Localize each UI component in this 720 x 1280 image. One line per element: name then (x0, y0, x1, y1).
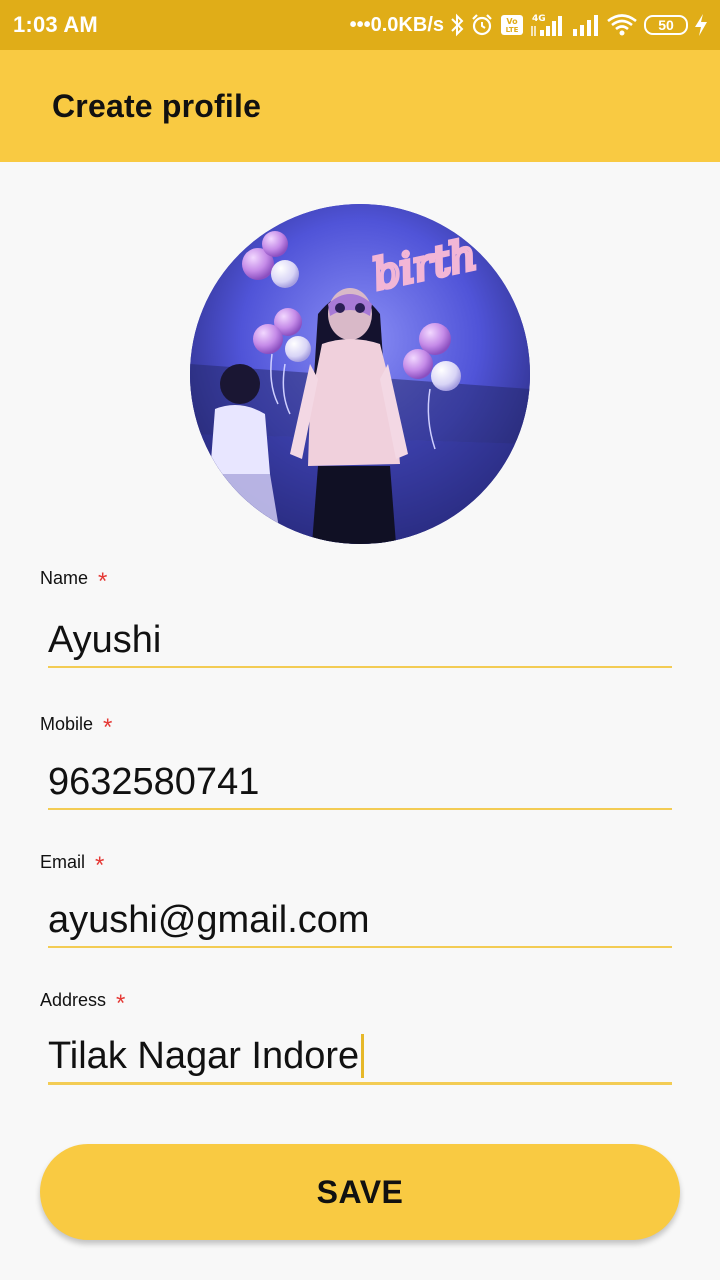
name-input-container (48, 614, 672, 668)
mobile-input[interactable] (48, 756, 672, 808)
volte-icon: Vo LTE (500, 14, 524, 36)
app-bar: Create profile (0, 50, 720, 162)
signal-4g-icon: 4G (530, 12, 566, 38)
email-input[interactable] (48, 894, 672, 946)
mobile-field-group: Mobile * (40, 714, 672, 810)
required-indicator: * (103, 714, 113, 741)
status-icons: •••0.0KB/s Vo LTE 4G 50 (350, 12, 708, 38)
name-label: Name (40, 568, 89, 588)
address-input[interactable] (48, 1030, 672, 1082)
battery-level-text: 50 (658, 17, 674, 33)
required-indicator: * (95, 852, 105, 879)
address-field-group: Address * (40, 990, 672, 1085)
mobile-input-container (48, 756, 672, 810)
address-label: Address (40, 990, 107, 1010)
text-cursor (361, 1034, 365, 1078)
charging-icon (694, 13, 708, 37)
svg-text:4G: 4G (532, 14, 546, 24)
status-time: 1:03 AM (13, 12, 98, 37)
signal-icon (572, 13, 600, 37)
save-button[interactable]: SAVE (40, 1144, 680, 1240)
profile-photo: birth (190, 204, 530, 544)
network-speed: •••0.0KB/s (349, 13, 444, 36)
battery-icon: 50 (644, 15, 688, 35)
page-title: Create profile (52, 87, 262, 124)
email-input-container (48, 894, 672, 948)
wifi-icon (606, 13, 638, 37)
required-indicator: * (116, 990, 126, 1017)
svg-text:LTE: LTE (506, 26, 519, 34)
address-input-container (48, 1030, 672, 1085)
name-input[interactable] (48, 614, 672, 666)
name-field-group: Name * (40, 568, 672, 668)
bluetooth-icon (450, 13, 464, 37)
status-bar: 1:03 AM •••0.0KB/s Vo LTE 4G 50 (0, 0, 720, 50)
profile-avatar[interactable]: birth (190, 204, 530, 544)
email-field-group: Email * (40, 852, 672, 948)
alarm-icon (470, 13, 494, 37)
required-indicator: * (98, 568, 108, 595)
email-label: Email (40, 852, 86, 872)
mobile-label: Mobile (40, 714, 94, 734)
svg-text:Vo: Vo (506, 17, 518, 26)
